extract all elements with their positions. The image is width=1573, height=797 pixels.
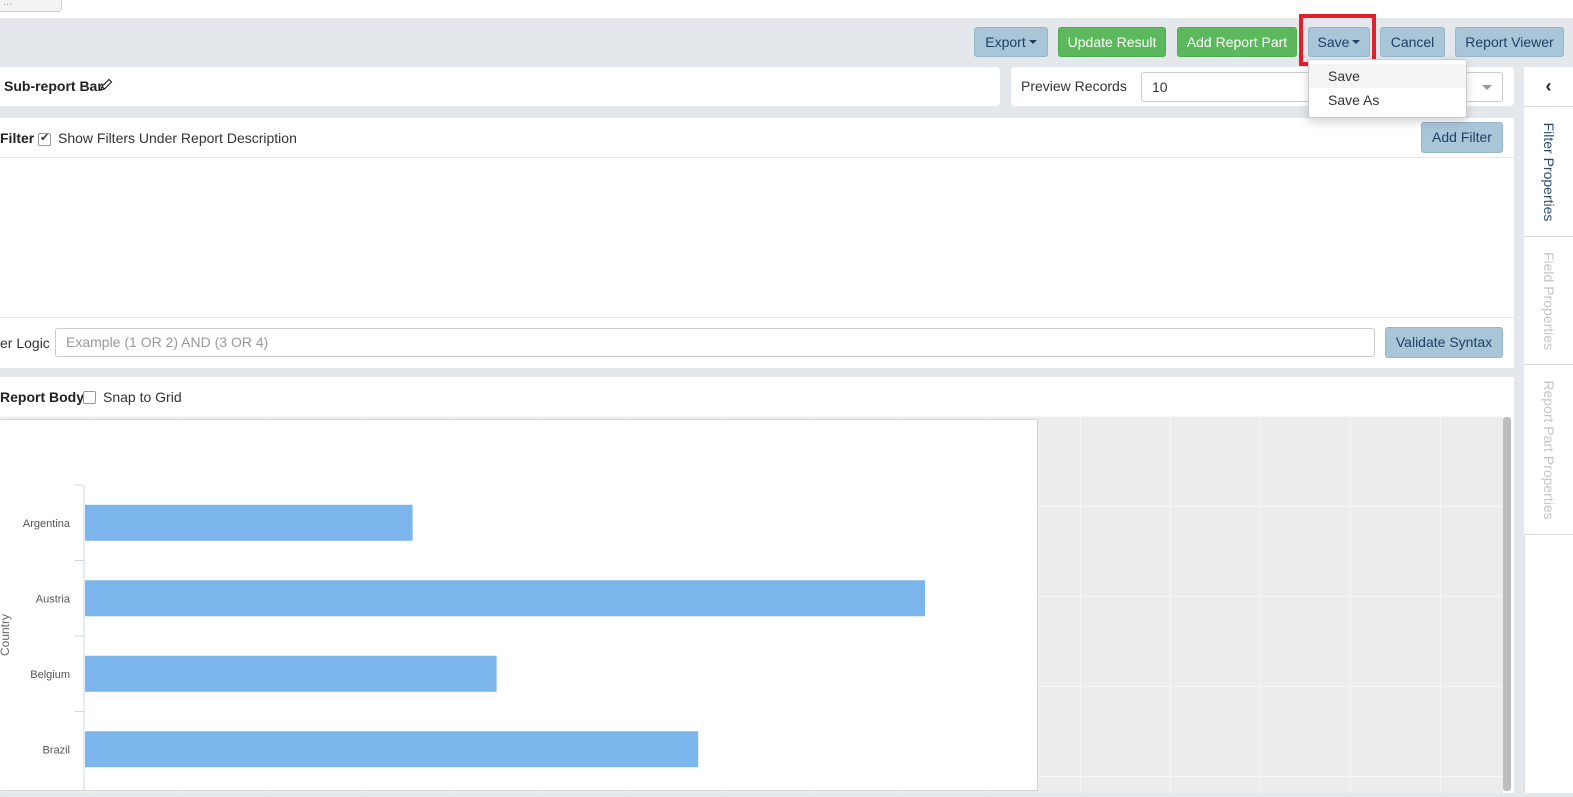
bar [85,580,925,617]
report-body-label: Report Body [0,389,84,405]
y-tick-label: Argentina [23,518,71,530]
check-icon: ✔ [40,132,50,144]
report-title-panel [0,67,1000,106]
y-tick-label: Belgium [30,669,70,681]
y-tick-label: Austria [36,593,71,605]
pencil-icon[interactable] [98,77,114,93]
chevron-down-icon [1482,85,1492,90]
cancel-button[interactable]: Cancel [1380,27,1445,57]
report-viewer-button[interactable]: Report Viewer [1455,27,1564,57]
chevron-down-icon [1028,40,1037,45]
show-filters-label: Show Filters Under Report Description [58,130,297,146]
show-filters-checkbox[interactable]: ✔ [38,132,51,146]
tab-field-properties-label: Field Properties [1540,251,1557,350]
bar-chart: Argentina Austria Belgium Brazil Country [0,484,925,792]
bar [85,655,497,692]
export-label: Export [985,34,1026,50]
update-result-button[interactable]: Update Result [1058,27,1166,57]
scrollbar[interactable] [1503,417,1511,791]
tab-report-part-properties[interactable]: Report Part Properties [1524,365,1573,535]
chart-container[interactable]: Argentina Austria Belgium Brazil Country [0,419,1038,792]
export-button[interactable]: Export [974,27,1048,57]
save-dropdown-menu: Save Save As [1308,59,1467,118]
preview-records-label: Preview Records [1021,78,1127,94]
top-tab[interactable]: ... [0,0,62,12]
tab-filter-properties[interactable]: Filter Properties [1524,107,1573,237]
tab-filter-properties-label: Filter Properties [1540,122,1557,221]
collapse-sidebar-button[interactable]: ‹ [1524,67,1573,107]
validate-syntax-button[interactable]: Validate Syntax [1385,327,1503,358]
y-tick-label: Brazil [42,744,70,756]
add-filter-button[interactable]: Add Filter [1421,122,1503,153]
snap-to-grid-label: Snap to Grid [103,389,182,405]
tab-report-part-properties-label: Report Part Properties [1540,379,1557,520]
bar [85,731,699,768]
snap-to-grid-checkbox[interactable] [83,391,96,404]
chevron-left-icon: ‹ [1545,76,1552,96]
y-axis-label: Country [0,614,12,656]
bottom-strip [0,793,1573,797]
bar [85,504,413,541]
menu-item-save[interactable]: Save [1309,64,1466,88]
filter-label: Filter [0,130,35,146]
report-title: Sub-report Bar [4,78,103,94]
menu-item-save-as[interactable]: Save As [1309,88,1466,112]
divider [0,317,1514,318]
tab-field-properties[interactable]: Field Properties [1524,237,1573,365]
divider [0,157,1514,158]
filter-logic-label: er Logic [0,335,50,351]
add-report-part-button[interactable]: Add Report Part [1177,27,1297,57]
filter-logic-input[interactable]: Example (1 OR 2) AND (3 OR 4) [55,328,1375,357]
